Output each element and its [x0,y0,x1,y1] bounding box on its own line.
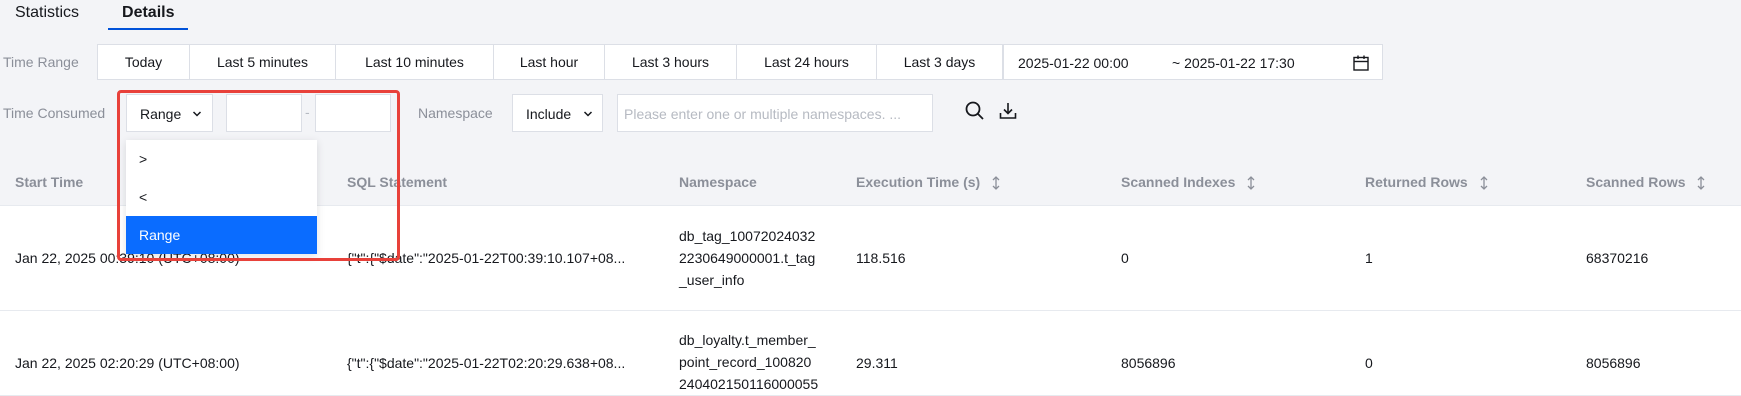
range-min-input[interactable] [226,94,302,132]
col-sql-statement: SQL Statement [347,174,448,190]
namespace-mode-value: Include [526,106,572,122]
preset-today-button[interactable]: Today [98,45,190,79]
sort-icon [1247,176,1255,191]
option-less-than[interactable]: < [126,178,317,216]
cell-scanned-indexes: 8056896 [1121,355,1176,371]
search-icon[interactable] [964,100,986,122]
col-returned-rows[interactable]: Returned Rows [1365,174,1488,191]
tab-bar: Statistics Details [0,0,189,30]
cell-returned-rows: 0 [1365,355,1373,371]
col-scanned-indexes[interactable]: Scanned Indexes [1121,174,1255,191]
preset-last-3-hours-button[interactable]: Last 3 hours [605,45,737,79]
namespace-label: Namespace [418,105,493,121]
namespace-line: _user_info [679,272,745,288]
cell-namespace: db_loyalty.t_member_ point_record_100820… [679,329,839,395]
sort-icon [1480,176,1488,191]
option-greater-than[interactable]: > [126,140,317,178]
cell-scanned-indexes: 0 [1121,250,1129,266]
calendar-icon [1353,55,1369,71]
consumed-mode-value: Range [140,106,182,122]
chevron-down-icon [583,111,593,117]
option-range[interactable]: Range [126,216,317,254]
cell-execution-time: 29.311 [856,355,898,371]
preset-last-3-days-button[interactable]: Last 3 days [877,45,1002,79]
cell-scanned-rows: 8056896 [1586,355,1641,371]
col-execution-time[interactable]: Execution Time (s) [856,174,1000,191]
time-consumed-label: Time Consumed [3,105,106,121]
namespace-line: db_loyalty.t_member_ [679,332,816,348]
time-preset-group: Today Last 5 minutes Last 10 minutes Las… [97,44,1003,80]
cell-sql-statement[interactable]: {"t":{"$date":"2025-01-22T00:39:10.107+0… [347,250,625,266]
col-start-time: Start Time [15,174,84,190]
sort-icon [992,176,1000,191]
range-separator: - [305,104,310,120]
preset-last-hour-button[interactable]: Last hour [494,45,605,79]
cell-returned-rows: 1 [1365,250,1373,266]
cell-scanned-rows: 68370216 [1586,250,1649,266]
table-row[interactable]: Jan 22, 2025 02:20:29 (UTC+08:00) {"t":{… [0,311,1741,396]
namespace-mode-select[interactable]: Include [512,94,603,132]
preset-last-10-minutes-button[interactable]: Last 10 minutes [336,45,494,79]
sort-icon [1698,176,1705,191]
time-range-label: Time Range [3,54,79,70]
download-icon[interactable] [997,100,1019,122]
consumed-mode-select[interactable]: Range [126,94,213,132]
cell-sql-statement[interactable]: {"t":{"$date":"2025-01-22T02:20:29.638+0… [347,355,625,371]
col-namespace: Namespace [679,174,757,190]
cell-start-time: Jan 22, 2025 02:20:29 (UTC+08:00) [15,355,240,371]
namespace-line: db_tag_10072024032 [679,228,816,244]
col-scanned-rows[interactable]: Scanned Rows [1586,174,1705,191]
date-to: ~ 2025-01-22 17:30 [1172,55,1295,71]
preset-last-5-minutes-button[interactable]: Last 5 minutes [190,45,336,79]
consumed-mode-dropdown: > < Range [126,140,317,254]
preset-last-24-hours-button[interactable]: Last 24 hours [737,45,877,79]
date-range-picker[interactable]: 2025-01-22 00:00 ~ 2025-01-22 17:30 [1003,44,1383,80]
namespace-input[interactable]: Please enter one or multiple namespaces.… [617,94,933,132]
range-max-input[interactable] [315,94,391,132]
namespace-line: point_record_100820 [679,354,812,370]
date-from: 2025-01-22 00:00 [1018,55,1129,71]
namespace-line: 240402150116000055 [679,376,819,392]
namespace-line: 2230649000001.t_tag [679,250,816,266]
cell-execution-time: 118.516 [856,250,906,266]
cell-namespace: db_tag_10072024032 2230649000001.t_tag _… [679,225,839,291]
tab-details[interactable]: Details [108,0,189,30]
chevron-down-icon [192,111,202,117]
tab-statistics[interactable]: Statistics [0,0,94,30]
